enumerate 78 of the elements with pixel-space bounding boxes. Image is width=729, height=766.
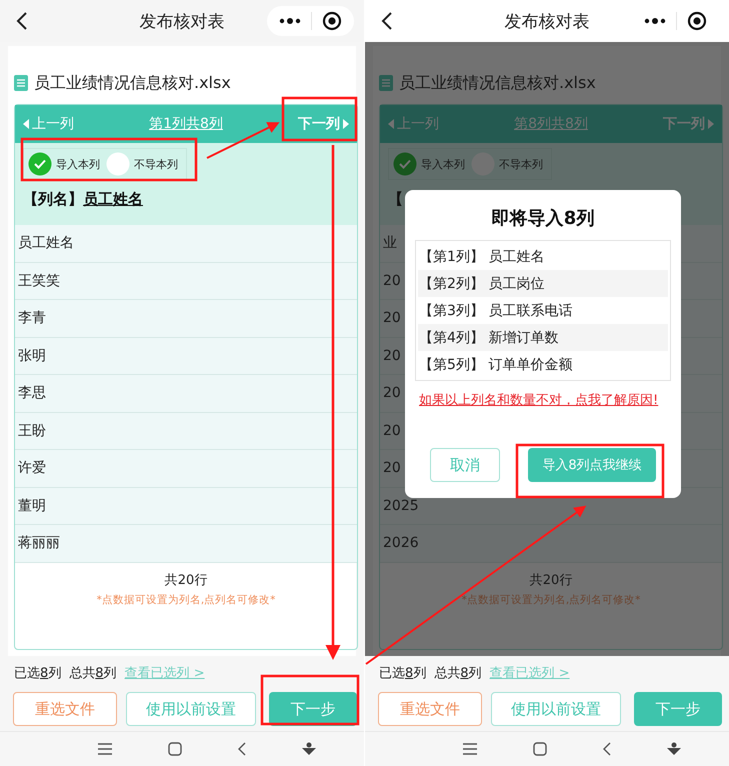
toggle-label[interactable]: 导入本列 bbox=[421, 156, 465, 172]
column-list-item: 【第3列】 员工联系电话 bbox=[418, 302, 574, 320]
more-icon[interactable] bbox=[644, 17, 666, 25]
data-cell[interactable]: 20 bbox=[383, 460, 401, 476]
total-count: 总共8列 bbox=[69, 665, 117, 682]
menu-icon[interactable] bbox=[463, 743, 477, 755]
column-list-item: 【第4列】 新增订单数 bbox=[418, 324, 668, 351]
back-icon[interactable] bbox=[238, 742, 246, 756]
data-cell[interactable]: 王盼 bbox=[18, 422, 46, 440]
radio-icon[interactable] bbox=[106, 152, 130, 176]
previous-settings-button[interactable]: 使用以前设置 bbox=[126, 692, 256, 726]
row-total: 共20行 bbox=[164, 572, 208, 588]
back-icon[interactable] bbox=[16, 11, 28, 31]
page-title: 发布核对表 bbox=[140, 10, 224, 32]
next-step-button[interactable]: 下一步 bbox=[269, 692, 357, 726]
toggle-label[interactable]: 不导本列 bbox=[499, 156, 543, 172]
caret-left-icon bbox=[388, 119, 394, 129]
column-name-label: 【 bbox=[388, 190, 403, 208]
menu-icon[interactable] bbox=[98, 743, 112, 755]
column-name-link[interactable]: 员工姓名 bbox=[83, 190, 143, 208]
home-icon[interactable] bbox=[168, 742, 182, 756]
page-title: 发布核对表 bbox=[504, 10, 590, 32]
hint-text: *点数据可设置为列名,点列名可修改* bbox=[462, 592, 640, 606]
target-icon[interactable] bbox=[687, 11, 707, 31]
selected-count: 已选8列 bbox=[379, 665, 426, 682]
caret-right-icon bbox=[708, 119, 714, 129]
caret-left-icon bbox=[23, 119, 29, 129]
pointer-icon[interactable] bbox=[302, 742, 316, 756]
row-total: 共20行 bbox=[530, 572, 572, 588]
data-cell[interactable]: 员工姓名 bbox=[18, 234, 74, 252]
confirm-button[interactable]: 导入8列点我继续 bbox=[528, 448, 656, 482]
data-cell[interactable]: 20 bbox=[383, 348, 401, 364]
target-icon[interactable] bbox=[322, 11, 342, 31]
data-cell[interactable]: 2026 bbox=[383, 535, 419, 552]
pointer-icon[interactable] bbox=[667, 742, 681, 756]
column-list-item: 【第2列】 员工岗位 bbox=[418, 270, 668, 297]
data-cell[interactable]: 董明 bbox=[18, 496, 46, 515]
cancel-button[interactable]: 取消 bbox=[430, 448, 500, 482]
more-icon[interactable] bbox=[279, 17, 301, 25]
checked-radio-icon[interactable] bbox=[393, 152, 417, 176]
home-icon[interactable] bbox=[533, 742, 547, 756]
toggle-label[interactable]: 导入本列 bbox=[56, 156, 100, 172]
file-name: 员工业绩情况信息核对.xlsx bbox=[399, 72, 596, 94]
data-cell[interactable]: 20 bbox=[383, 422, 401, 439]
help-link[interactable]: 如果以上列名和数量不对，点我了解原因! bbox=[419, 391, 659, 411]
column-list-item: 【第1列】 员工姓名 bbox=[418, 248, 546, 266]
data-cell[interactable]: 张明 bbox=[18, 346, 46, 365]
data-cell[interactable]: 李青 bbox=[18, 309, 46, 328]
total-count: 总共8列 bbox=[434, 665, 482, 682]
toggle-label[interactable]: 不导本列 bbox=[134, 156, 178, 172]
column-list-item: 【第5列】 订单单价金额 bbox=[418, 356, 574, 374]
data-cell[interactable]: 许爱 bbox=[18, 459, 46, 478]
caret-right-icon bbox=[342, 119, 349, 129]
document-icon bbox=[379, 75, 393, 91]
data-cell[interactable]: 业 bbox=[383, 234, 397, 252]
data-cell[interactable]: 20 bbox=[383, 272, 401, 289]
next-column-link[interactable]: 下一列 bbox=[298, 115, 340, 133]
back-icon[interactable] bbox=[381, 11, 393, 31]
hint-text: *点数据可设置为列名,点列名可修改* bbox=[96, 592, 276, 606]
selected-count: 已选8列 bbox=[14, 665, 62, 682]
previous-settings-button[interactable]: 使用以前设置 bbox=[491, 692, 621, 726]
data-cell[interactable]: 20 bbox=[383, 385, 401, 402]
dialog-title: 即将导入8列 bbox=[492, 207, 594, 230]
column-position-link[interactable]: 第1列共8列 bbox=[149, 115, 223, 133]
data-cell[interactable]: 2025 bbox=[383, 498, 419, 514]
column-name-label: 【列名】 bbox=[23, 190, 83, 208]
data-cell[interactable]: 王笑笑 bbox=[18, 272, 60, 290]
back-icon[interactable] bbox=[603, 742, 611, 756]
data-cell[interactable]: 蒋丽丽 bbox=[18, 534, 60, 552]
document-icon bbox=[14, 75, 28, 91]
file-name: 员工业绩情况信息核对.xlsx bbox=[34, 72, 231, 94]
next-step-button[interactable]: 下一步 bbox=[634, 692, 722, 726]
data-cell[interactable]: 李思 bbox=[18, 384, 46, 402]
previous-column-link[interactable]: 上一列 bbox=[32, 115, 74, 133]
checked-radio-icon[interactable] bbox=[28, 152, 52, 176]
reselect-file-button[interactable]: 重选文件 bbox=[13, 692, 117, 726]
reselect-file-button[interactable]: 重选文件 bbox=[378, 692, 482, 726]
data-cell[interactable]: 20 bbox=[383, 310, 401, 326]
